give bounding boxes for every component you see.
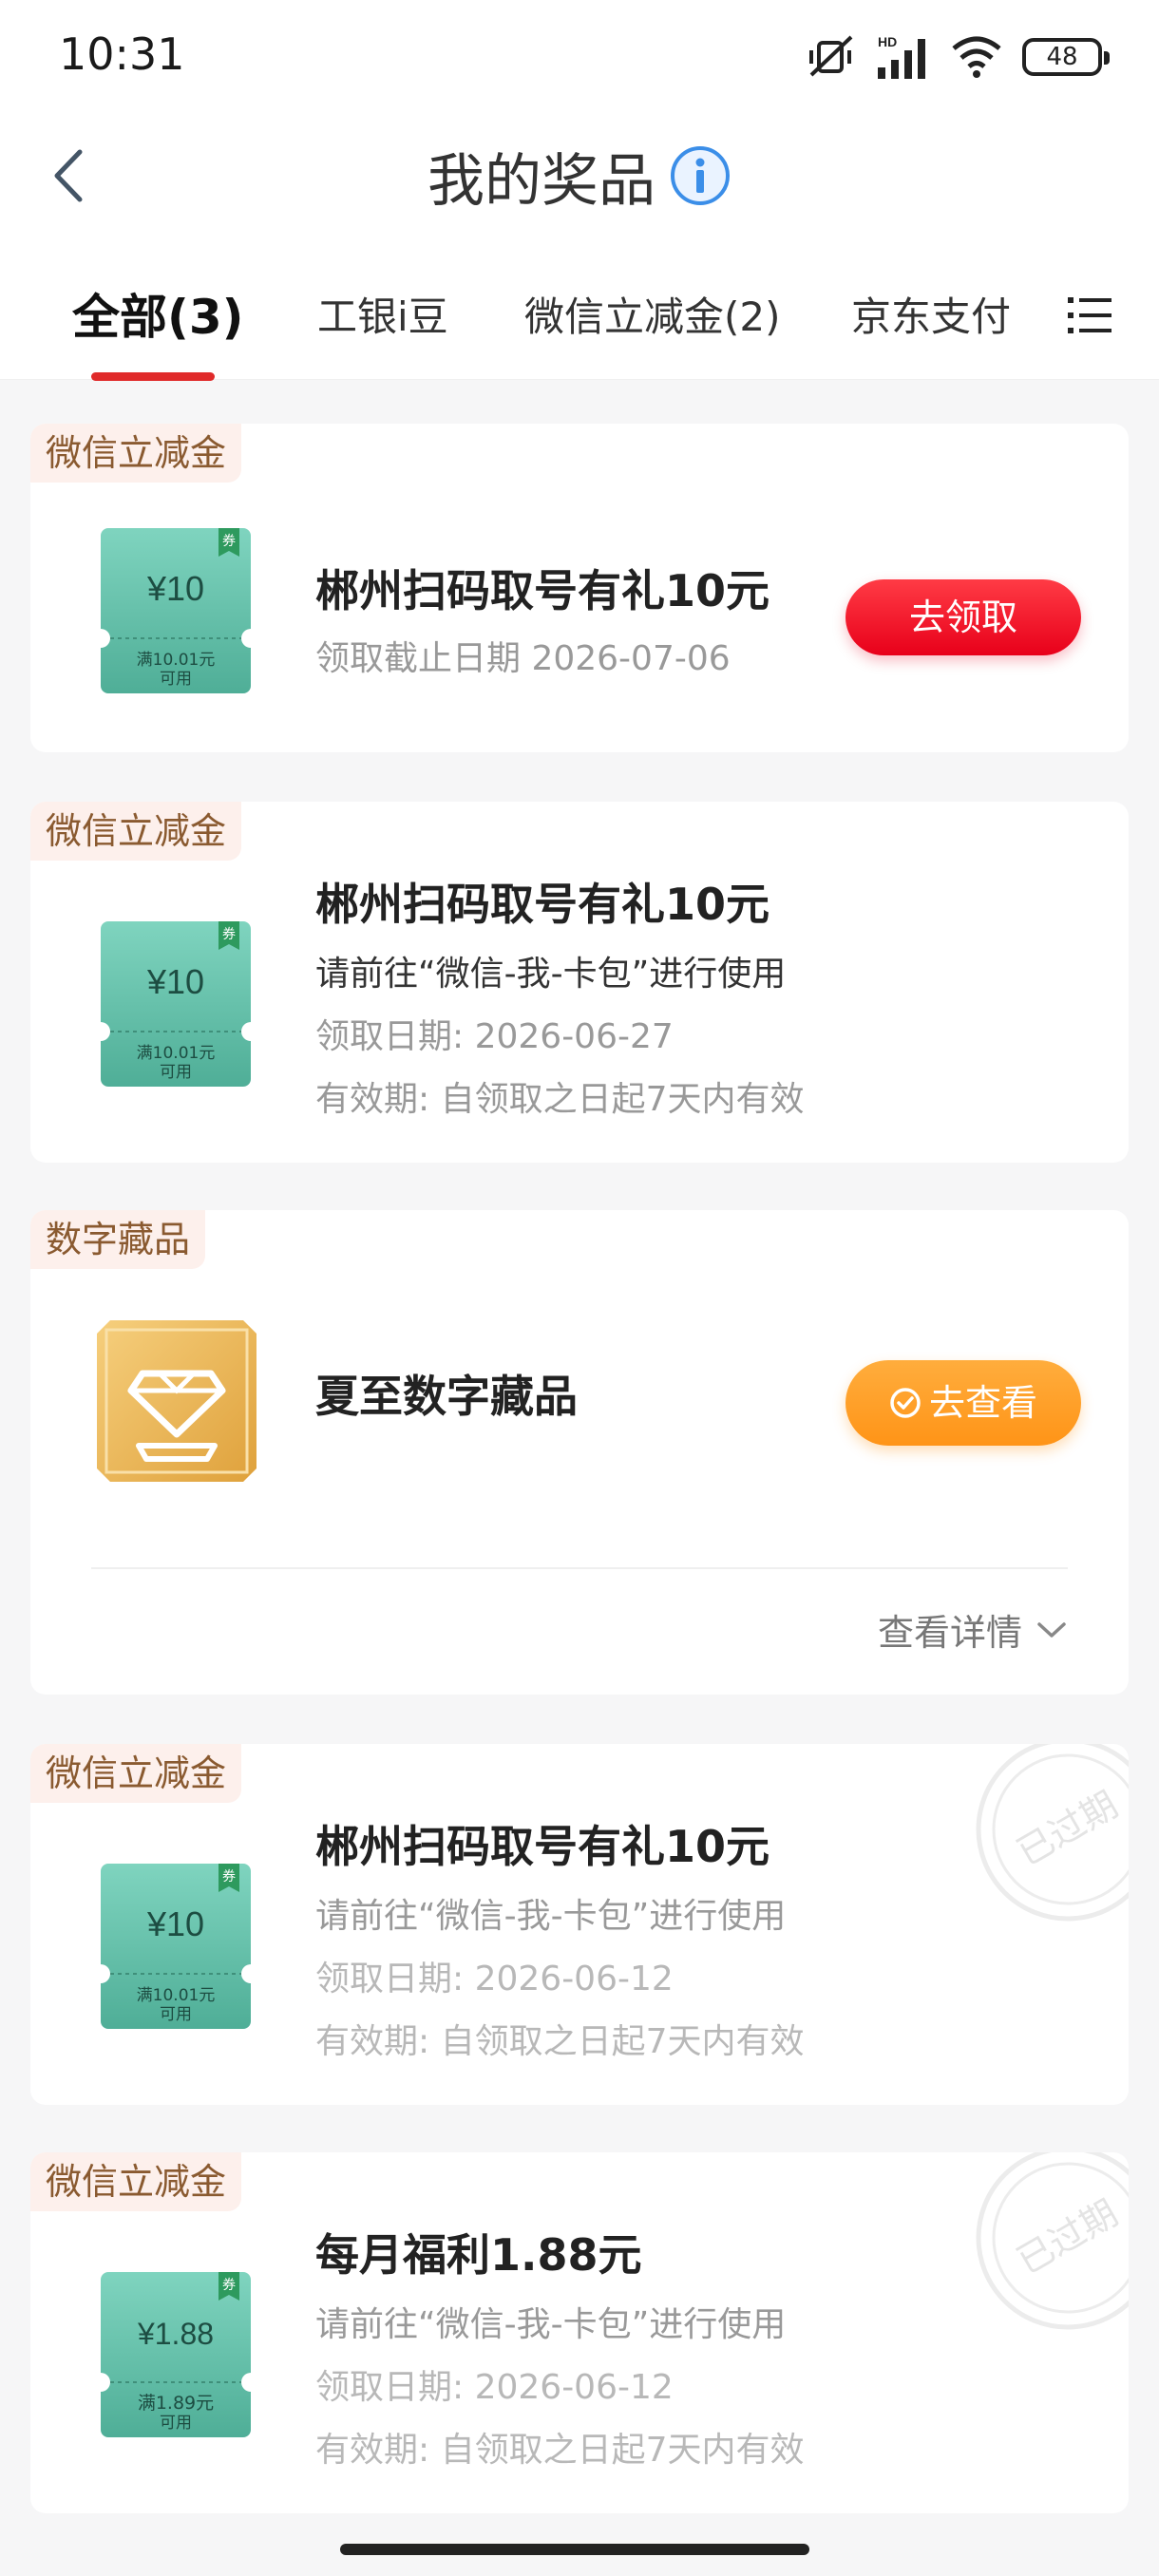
claim-date: 领取日期: 2026-06-27 xyxy=(315,1017,674,1056)
status-icons: HD 48 xyxy=(806,30,1110,84)
status-time: 10:31 xyxy=(59,28,185,80)
coupon-usable: 可用 xyxy=(160,2414,192,2433)
coupon-condition: 满1.89元 xyxy=(138,2393,214,2414)
coupon-ticket-icon: 券 ¥10 满10.01元 可用 xyxy=(101,921,251,1087)
view-details-link[interactable]: 查看详情 xyxy=(878,1603,1068,1656)
card-tag: 微信立减金 xyxy=(30,802,242,861)
expired-stamp-text: 已过期 xyxy=(1010,1784,1125,1874)
tab-bar: 全部(3) 工银i豆 微信立减金(2) 京东支付 xyxy=(0,237,1159,381)
coupon-condition: 满10.01元 xyxy=(137,1986,216,2005)
coupon-condition: 满10.01元 xyxy=(137,651,216,670)
coupon-badge: 券 xyxy=(222,534,236,549)
nav-bar: 我的奖品 xyxy=(0,114,1159,237)
validity-period: 有效期: 自领取之日起7天内有效 xyxy=(315,2022,805,2061)
view-button-label: 去查看 xyxy=(928,1382,1037,1424)
prize-card: 微信立减金 已过期 券 ¥1.88 满1.89元 可用 每月福利1.88元 请前… xyxy=(30,2152,1129,2513)
tab-all[interactable]: 全部(3) xyxy=(72,279,244,348)
tab-jd-pay[interactable]: 京东支付 xyxy=(851,285,1011,343)
digital-collectible-icon xyxy=(97,1320,256,1482)
coupon-badge: 券 xyxy=(222,1869,236,1885)
status-bar: 10:31 HD 48 xyxy=(0,0,1159,114)
view-button[interactable]: 去查看 xyxy=(846,1360,1081,1446)
expired-stamp-icon: 已过期 xyxy=(976,2152,1129,2330)
coupon-badge: 券 xyxy=(222,2278,236,2293)
expired-stamp-icon: 已过期 xyxy=(976,1744,1129,1922)
wifi-icon xyxy=(952,36,1001,78)
tab-icbc-beans[interactable]: 工银i豆 xyxy=(317,285,448,343)
card-tag: 微信立减金 xyxy=(30,424,242,483)
coupon-badge: 券 xyxy=(222,927,236,942)
coupon-amount: ¥10 xyxy=(146,962,204,1001)
battery-level: 48 xyxy=(1046,43,1078,71)
prize-card: 微信立减金 券 ¥10 满10.01元 可用 郴州扫码取号有礼10元 请前往“微… xyxy=(30,802,1129,1163)
claim-date: 领取日期: 2026-06-12 xyxy=(315,1960,674,1998)
claim-button[interactable]: 去领取 xyxy=(846,579,1081,655)
expired-stamp-text: 已过期 xyxy=(1010,2192,1125,2282)
info-icon[interactable] xyxy=(669,144,732,207)
claim-date: 领取日期: 2026-06-12 xyxy=(315,2368,674,2407)
coupon-amount: ¥10 xyxy=(146,569,204,608)
claim-deadline: 领取截止日期 2026-07-06 xyxy=(315,639,731,678)
prize-card: 微信立减金 已过期 券 ¥10 满10.01元 可用 郴州扫码取号有礼10元 请… xyxy=(30,1744,1129,2105)
card-tag: 数字藏品 xyxy=(30,1210,206,1269)
coupon-ticket-icon: 券 ¥10 满10.01元 可用 xyxy=(101,528,251,693)
validity-period: 有效期: 自领取之日起7天内有效 xyxy=(315,1080,805,1119)
chevron-down-icon xyxy=(1037,1621,1066,1638)
list-menu-icon[interactable] xyxy=(1068,294,1112,336)
prize-title: 郴州扫码取号有礼10元 xyxy=(315,565,770,616)
prize-title: 郴州扫码取号有礼10元 xyxy=(315,1821,770,1872)
card-tag: 微信立减金 xyxy=(30,2152,242,2211)
coupon-amount: ¥10 xyxy=(146,1904,204,1943)
battery-icon: 48 xyxy=(1022,38,1110,76)
tab-wechat-discount[interactable]: 微信立减金(2) xyxy=(524,285,781,343)
coupon-usable: 可用 xyxy=(160,2005,192,2024)
prize-title: 郴州扫码取号有礼10元 xyxy=(315,879,770,930)
mute-icon xyxy=(809,35,853,77)
hd-signal-icon: HD xyxy=(878,34,925,79)
coupon-usable: 可用 xyxy=(160,1063,192,1082)
home-indicator[interactable] xyxy=(340,2544,809,2555)
prize-title: 夏至数字藏品 xyxy=(315,1371,578,1422)
coupon-ticket-icon: 券 ¥1.88 满1.89元 可用 xyxy=(101,2272,251,2437)
coupon-usable: 可用 xyxy=(160,670,192,689)
check-circle-icon xyxy=(890,1388,921,1418)
page-title: 我的奖品 xyxy=(428,147,656,215)
usage-instruction: 请前往“微信-我-卡包”进行使用 xyxy=(315,1897,787,1936)
card-divider xyxy=(91,1567,1068,1569)
prize-card: 数字藏品 夏至数字藏品 去查看 查看详情 xyxy=(30,1210,1129,1695)
view-details-label: 查看详情 xyxy=(877,1612,1022,1654)
card-tag: 微信立减金 xyxy=(30,1744,242,1803)
page-title-wrap: 我的奖品 xyxy=(0,133,1159,218)
coupon-ticket-icon: 券 ¥10 满10.01元 可用 xyxy=(101,1864,251,2029)
coupon-condition: 满10.01元 xyxy=(137,1044,216,1063)
usage-instruction: 请前往“微信-我-卡包”进行使用 xyxy=(315,955,787,994)
svg-text:HD: HD xyxy=(878,34,897,49)
coupon-amount: ¥1.88 xyxy=(137,2317,214,2351)
prize-card: 微信立减金 券 ¥10 满10.01元 可用 郴州扫码取号有礼10元 领取截止日… xyxy=(30,424,1129,752)
validity-period: 有效期: 自领取之日起7天内有效 xyxy=(315,2431,805,2470)
tab-active-indicator xyxy=(91,372,215,381)
prize-title: 每月福利1.88元 xyxy=(315,2229,642,2281)
usage-instruction: 请前往“微信-我-卡包”进行使用 xyxy=(315,2305,787,2344)
